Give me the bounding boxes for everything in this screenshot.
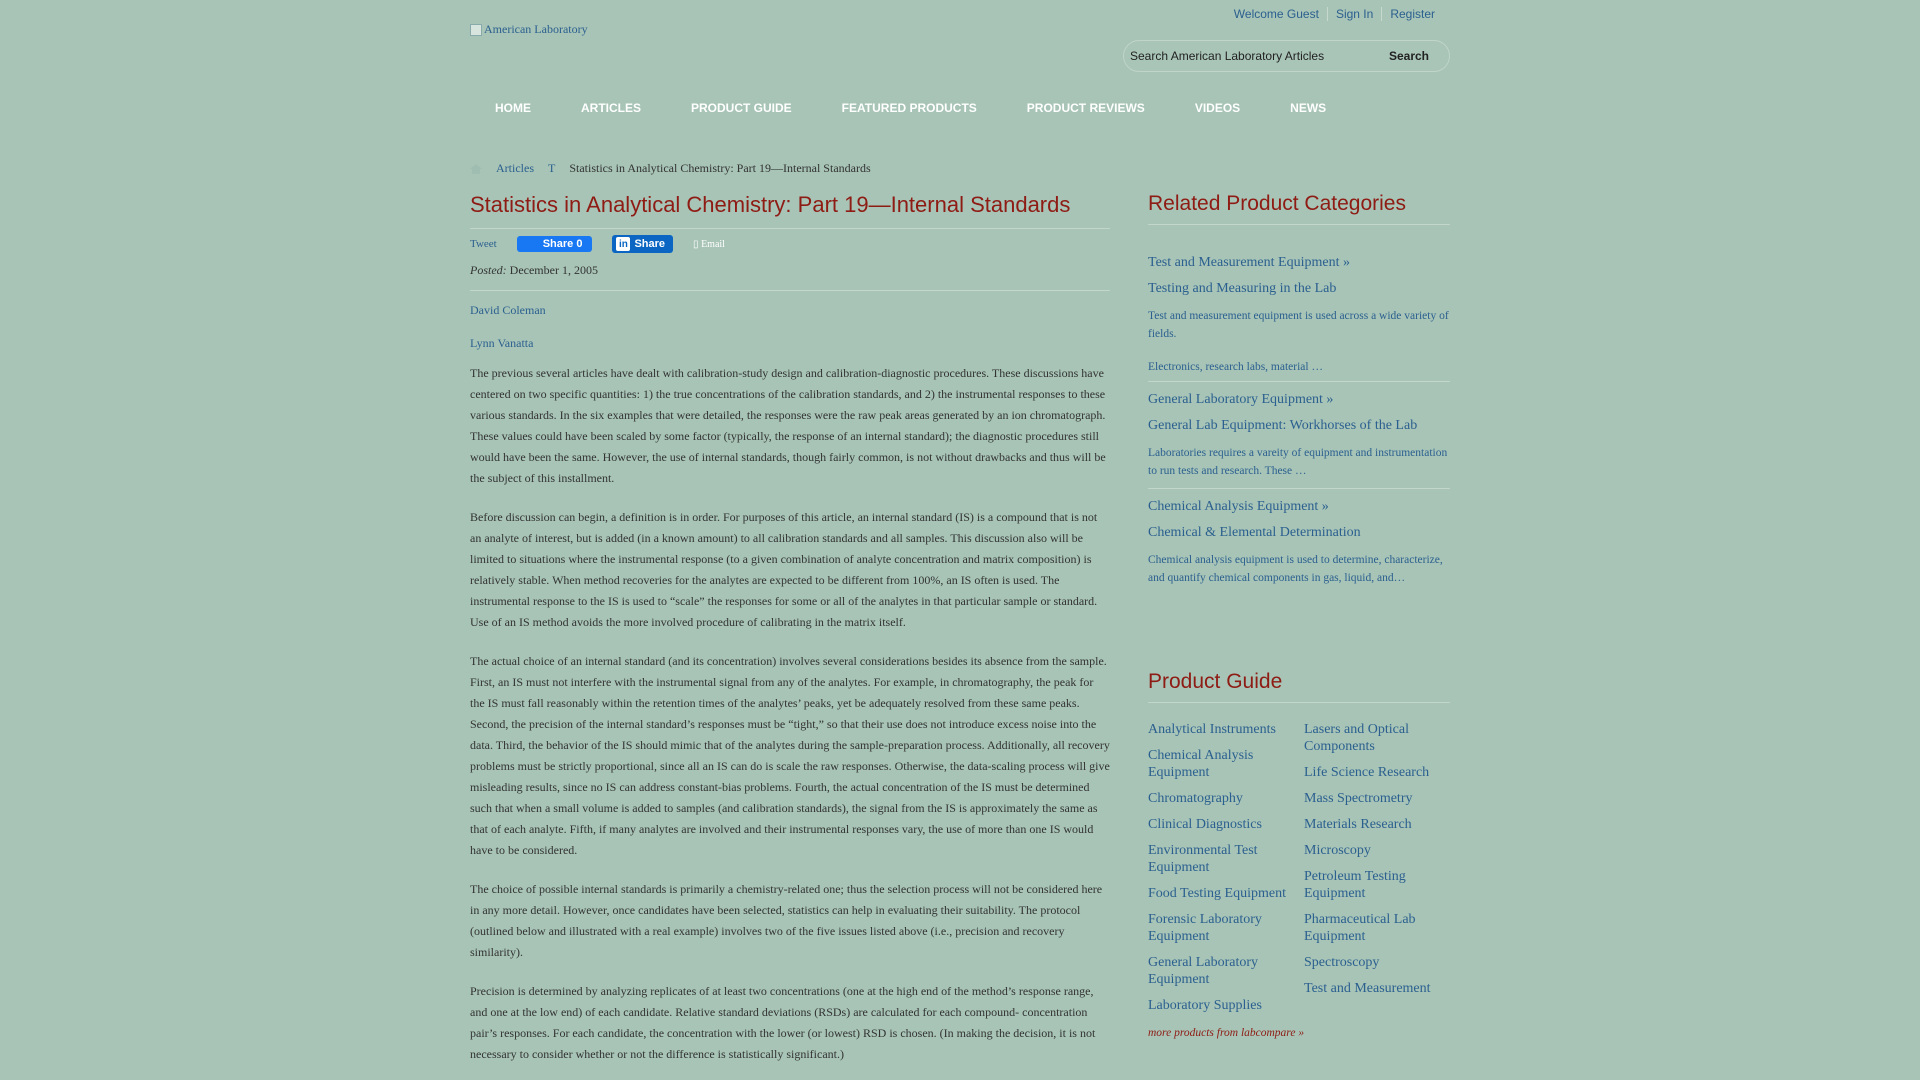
product-guide-link[interactable]: Mass Spectrometry (1304, 790, 1450, 807)
related-more: Electronics, research labs, material … (1148, 361, 1323, 373)
more-products-link[interactable]: more products from labcompare » (1148, 1027, 1450, 1039)
breadcrumb-t[interactable]: T (548, 161, 555, 176)
email-link[interactable]: ▯ Email (693, 239, 725, 250)
nav-featured-products[interactable]: FEATURED PRODUCTS (817, 101, 1002, 115)
related-block: General Laboratory Equipment » General L… (1148, 392, 1450, 489)
user-bar: Welcome Guest Sign In Register (1226, 7, 1443, 21)
nav-product-reviews[interactable]: PRODUCT REVIEWS (1002, 101, 1170, 115)
article-paragraph: Before discussion can begin, a definitio… (470, 510, 1098, 629)
related-description: Chemical analysis equipment is used to d… (1148, 554, 1443, 584)
posted-date: Posted: December 1, 2005 (470, 263, 1110, 291)
article-paragraph: The previous several articles have dealt… (470, 366, 1106, 485)
product-guide-link[interactable]: Lasers and Optical Components (1304, 721, 1450, 755)
linkedin-icon: in (616, 237, 631, 251)
product-guide-link[interactable]: Forensic Laboratory Equipment (1148, 911, 1304, 945)
product-guide-left-column: Analytical Instruments Chemical Analysis… (1148, 721, 1304, 1023)
product-guide-link[interactable]: Chemical Analysis Equipment (1148, 747, 1304, 781)
article-paragraph: The choice of possible internal standard… (470, 882, 1103, 959)
breadcrumb-current: Statistics in Analytical Chemistry: Part… (569, 161, 871, 175)
product-guide-link[interactable]: Materials Research (1304, 816, 1450, 833)
search-input[interactable] (1124, 49, 1369, 63)
email-icon: ▯ (693, 238, 702, 250)
welcome-text: Welcome Guest (1233, 7, 1319, 21)
related-block: Test and Measurement Equipment » Testing… (1148, 255, 1450, 382)
author-link[interactable]: Lynn Vanatta (470, 336, 1110, 351)
linkedin-share-button[interactable]: in Share (612, 235, 674, 253)
product-guide-link[interactable]: Food Testing Equipment (1148, 885, 1304, 902)
linkedin-share-label: Share (634, 238, 666, 250)
posted-label: Posted: (470, 263, 507, 277)
breadcrumb-articles[interactable]: Articles (496, 161, 534, 176)
product-guide-heading: Product Guide (1148, 670, 1450, 703)
nav-videos[interactable]: VIDEOS (1170, 101, 1265, 115)
facebook-share-button[interactable]: Share 0 (516, 236, 593, 252)
product-guide-link[interactable]: Pharmaceutical Lab Equipment (1304, 911, 1450, 945)
share-bar: Tweet Share 0 in Share ▯ Email (470, 235, 1110, 253)
search-button[interactable]: Search (1369, 41, 1449, 71)
logo-alt-text: American Laboratory (484, 22, 588, 36)
product-guide-link[interactable]: Microscopy (1304, 842, 1450, 859)
sign-in-link[interactable]: Sign In (1326, 7, 1381, 21)
article-paragraph: Precision is determined by analyzing rep… (470, 984, 1096, 1061)
product-guide-link[interactable]: Analytical Instruments (1148, 721, 1304, 738)
posted-value: December 1, 2005 (509, 263, 598, 277)
home-icon[interactable] (470, 163, 482, 174)
related-sub-link[interactable]: Testing and Measuring in the Lab (1148, 281, 1450, 297)
article-paragraph: The actual choice of an internal standar… (470, 654, 1110, 857)
page-title: Statistics in Analytical Chemistry: Part… (470, 192, 1110, 229)
author-link[interactable]: David Coleman (470, 303, 1110, 318)
main-nav: HOME ARTICLES PRODUCT GUIDE FEATURED PRO… (470, 101, 1351, 115)
product-guide-link[interactable]: Clinical Diagnostics (1148, 816, 1304, 833)
product-guide-right-column: Lasers and Optical Components Life Scien… (1304, 721, 1450, 1023)
article-main: Statistics in Analytical Chemistry: Part… (470, 192, 1110, 1065)
product-guide-link[interactable]: Spectroscopy (1304, 954, 1450, 971)
product-guide-link[interactable]: Test and Measurement (1304, 980, 1450, 997)
related-category-link[interactable]: Chemical Analysis Equipment » (1148, 499, 1450, 515)
search-box: Search (1123, 40, 1450, 72)
related-sub-link[interactable]: Chemical & Elemental Determination (1148, 525, 1450, 541)
related-heading: Related Product Categories (1148, 192, 1450, 225)
related-description: Laboratories requires a vareity of equip… (1148, 447, 1448, 477)
related-categories: Related Product Categories Test and Meas… (1148, 192, 1450, 605)
related-category-link[interactable]: General Laboratory Equipment » (1148, 392, 1450, 408)
site-logo[interactable]: American Laboratory (470, 22, 588, 37)
product-guide-link[interactable]: Chromatography (1148, 790, 1304, 807)
nav-home[interactable]: HOME (470, 101, 556, 115)
product-guide-link[interactable]: Laboratory Supplies (1148, 997, 1304, 1014)
breadcrumb: Articles T Statistics in Analytical Chem… (470, 161, 871, 176)
nav-product-guide[interactable]: PRODUCT GUIDE (666, 101, 817, 115)
nav-articles[interactable]: ARTICLES (556, 101, 666, 115)
nav-news[interactable]: NEWS (1265, 101, 1351, 115)
related-block: Chemical Analysis Equipment » Chemical &… (1148, 499, 1450, 595)
related-description: Test and measurement equipment is used a… (1148, 310, 1449, 340)
broken-image-icon (470, 23, 482, 36)
product-guide-link[interactable]: Environmental Test Equipment (1148, 842, 1304, 876)
product-guide: Product Guide Analytical Instruments Che… (1148, 670, 1450, 1039)
related-sub-link[interactable]: General Lab Equipment: Workhorses of the… (1148, 418, 1450, 434)
email-label: Email (701, 238, 725, 250)
product-guide-link[interactable]: Petroleum Testing Equipment (1304, 868, 1450, 902)
product-guide-link[interactable]: Life Science Research (1304, 764, 1450, 781)
product-guide-link[interactable]: General Laboratory Equipment (1148, 954, 1304, 988)
related-category-link[interactable]: Test and Measurement Equipment » (1148, 255, 1450, 271)
register-link[interactable]: Register (1381, 7, 1443, 21)
tweet-link[interactable]: Tweet (470, 238, 497, 250)
